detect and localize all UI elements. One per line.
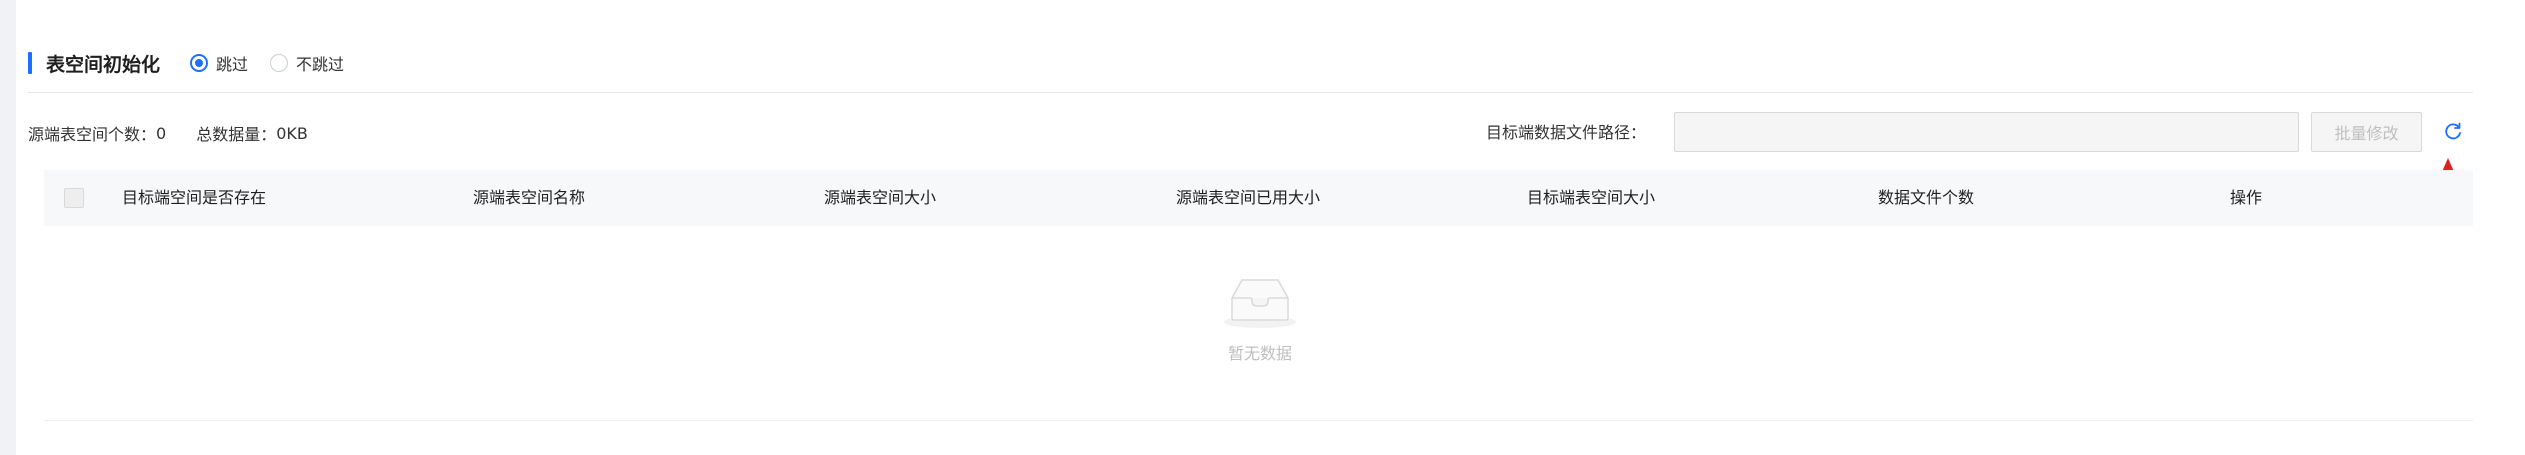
column-header-actions: 操作 [2230,188,2263,207]
empty-inbox-icon [1224,279,1296,328]
tablespace-count-label: 源端表空间个数： [28,125,157,144]
radio-label-no-skip: 不跳过 [296,55,345,74]
column-header-target-exists: 目标端空间是否存在 [122,188,267,207]
section-accent-bar [28,52,32,74]
skip-radio-group: 跳过 不跳过 [190,51,366,75]
total-size-value: 0KB [276,123,308,143]
radio-option-skip[interactable]: 跳过 [190,51,248,75]
refresh-icon[interactable] [2442,120,2464,142]
section-header: 表空间初始化 跳过 不跳过 [28,48,366,78]
section-title: 表空间初始化 [46,53,161,76]
datafile-path-input[interactable] [1674,112,2299,152]
batch-edit-button[interactable]: 批量修改 [2311,112,2422,152]
content-panel [16,0,2525,455]
radio-label-skip: 跳过 [216,55,249,74]
table-bottom-divider [44,420,2473,421]
section-divider [28,92,2473,93]
column-header-source-size: 源端表空间大小 [824,188,937,207]
empty-state-text: 暂无数据 [1227,344,1292,363]
radio-option-no-skip[interactable]: 不跳过 [270,51,344,75]
column-header-datafile-count: 数据文件个数 [1878,188,1975,207]
radio-button-skip[interactable] [190,54,209,72]
total-size-label: 总数据量： [196,125,277,144]
datafile-path-label: 目标端数据文件路径： [1486,123,1647,142]
column-header-source-name: 源端表空间名称 [473,188,586,207]
radio-button-no-skip[interactable] [270,54,289,72]
table-header: 目标端空间是否存在 源端表空间名称 源端表空间大小 源端表空间已用大小 目标端表… [44,170,2473,226]
column-header-source-used-size: 源端表空间已用大小 [1176,188,1321,207]
stats-bar: 源端表空间个数： 0 总数据量： 0KB [28,121,308,145]
tablespace-count-value: 0 [156,123,167,143]
select-all-checkbox[interactable] [64,188,84,208]
column-header-target-size: 目标端表空间大小 [1527,188,1656,207]
